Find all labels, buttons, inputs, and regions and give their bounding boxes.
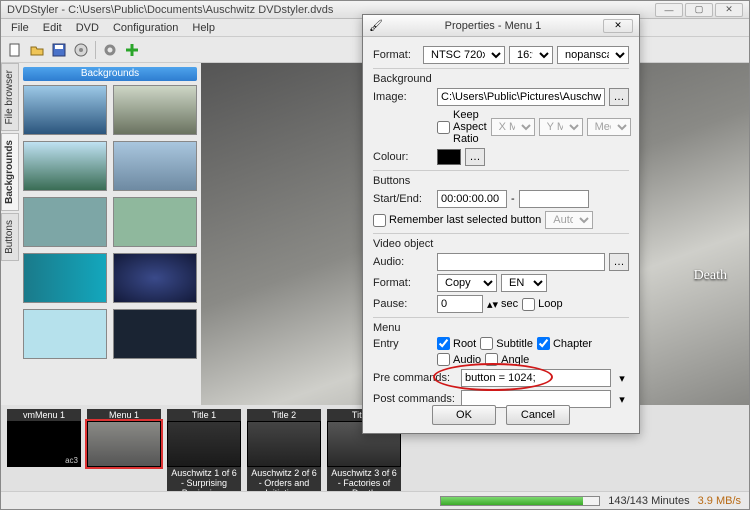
vformat-select[interactable]: Copy [437,274,497,292]
bg-thumb[interactable] [113,197,197,247]
clip-vmmenu[interactable]: vmMenu 1 ac3 [7,409,81,467]
menu-section-label: Menu [373,317,629,334]
remember-mode-select: Auto [545,211,593,229]
audio-entry-checkbox[interactable]: Audio [437,353,481,366]
menu-file[interactable]: File [5,20,35,35]
dialog-body: Format: NTSC 720x480 16:9 nopanscan Back… [363,37,639,417]
postcmd-dropdown[interactable]: ▾ [615,393,629,406]
entry-label: Entry [373,338,433,350]
audio-label: Audio: [373,256,433,268]
bg-thumb[interactable] [23,141,107,191]
minimize-button[interactable]: — [655,3,683,17]
window-buttons: — ▢ ✕ [655,3,743,17]
format-label: Format: [373,49,419,61]
remember-checkbox[interactable]: Remember last selected button [373,214,541,227]
startend-separator: - [511,193,515,205]
video-section-label: Video object [373,233,629,250]
angle-checkbox[interactable]: Angle [485,353,529,366]
tab-backgrounds[interactable]: Backgrounds [1,133,19,211]
chapter-checkbox[interactable]: Chapter [537,337,592,350]
menu-configuration[interactable]: Configuration [107,20,184,35]
lang-select[interactable]: EN [501,274,547,292]
dialog-titlebar[interactable]: 🖌 Properties - Menu 1 ✕ [363,15,639,37]
image-label: Image: [373,91,433,103]
colour-swatch[interactable] [437,149,461,165]
preview-caption-right: Death [694,268,727,284]
dialog-buttons: OK Cancel [363,405,639,425]
disc-usage-bar [440,496,600,506]
bg-thumb[interactable] [113,85,197,135]
image-path-input[interactable] [437,88,605,106]
end-input[interactable] [519,190,589,208]
menu-help[interactable]: Help [186,20,221,35]
browse-image-button[interactable]: … [609,88,629,106]
ok-button[interactable]: OK [432,405,496,425]
clip-title1[interactable]: Title 1 Auschwitz 1 of 6 - Surprising Be… [167,409,241,491]
pause-unit: sec [501,298,518,310]
settings-icon[interactable] [100,40,120,60]
browse-audio-button[interactable]: … [609,253,629,271]
bg-thumb[interactable] [23,85,107,135]
window-title: DVDStyler - C:\Users\Public\Documents\Au… [7,4,333,16]
format-aspect-select[interactable]: 16:9 [509,46,553,64]
clip-menu1[interactable]: Menu 1 [87,409,161,467]
precmd-label: Pre commands: [373,372,457,384]
pause-spinner[interactable]: ▴▾ [487,298,497,311]
bg-thumb[interactable] [23,309,107,359]
subtitle-checkbox[interactable]: Subtitle [480,337,533,350]
audio-path-input[interactable] [437,253,605,271]
dialog-title: Properties - Menu 1 [445,20,542,32]
new-icon[interactable] [5,40,25,60]
tab-file-browser[interactable]: File browser [1,63,19,131]
postcmd-label: Post commands: [373,393,457,405]
burn-icon[interactable] [71,40,91,60]
minutes-label: 143/143 Minutes [608,495,689,507]
properties-dialog: 🖌 Properties - Menu 1 ✕ Format: NTSC 720… [362,14,640,434]
clip-title2[interactable]: Title 2 Auschwitz 2 of 6 - Orders and In… [247,409,321,491]
format-standard-select[interactable]: NTSC 720x480 [423,46,505,64]
toolbar-separator [95,41,96,59]
dialog-close-button[interactable]: ✕ [603,19,633,33]
background-thumbs [23,85,197,359]
bg-thumb[interactable] [23,197,107,247]
precmd-input[interactable] [461,369,611,387]
pause-label: Pause: [373,298,433,310]
open-icon[interactable] [27,40,47,60]
bg-thumb[interactable] [23,253,107,303]
startend-label: Start/End: [373,193,433,205]
colour-label: Colour: [373,151,433,163]
vformat-label: Format: [373,277,433,289]
loop-checkbox[interactable]: Loop [522,298,562,311]
pause-input[interactable] [437,295,483,313]
menu-dvd[interactable]: DVD [70,20,105,35]
bg-thumb[interactable] [113,141,197,191]
rate-label: 3.9 MB/s [698,495,741,507]
bg-thumb[interactable] [113,309,197,359]
start-input[interactable] [437,190,507,208]
close-button[interactable]: ✕ [715,3,743,17]
ymid-select: Y Mid [539,118,583,136]
precmd-dropdown[interactable]: ▾ [615,372,629,385]
statusbar: 143/143 Minutes 3.9 MB/s [1,491,749,509]
keep-aspect-checkbox[interactable]: Keep Aspect Ratio [437,109,487,145]
menu-edit[interactable]: Edit [37,20,68,35]
add-icon[interactable] [122,40,142,60]
buttons-section-label: Buttons [373,170,629,187]
save-icon[interactable] [49,40,69,60]
maximize-button[interactable]: ▢ [685,3,713,17]
colour-picker-button[interactable]: … [465,148,485,166]
cancel-button[interactable]: Cancel [506,405,570,425]
bg-thumb[interactable] [113,253,197,303]
root-checkbox[interactable]: Root [437,337,476,350]
tab-buttons[interactable]: Buttons [1,213,19,261]
format-mode-select[interactable]: nopanscan [557,46,629,64]
background-section-label: Background [373,68,629,85]
meet-select: Meet [587,118,631,136]
category-strip[interactable]: Backgrounds [23,67,197,81]
paint-icon: 🖌 [369,19,383,32]
xmid-select: X Mid [491,118,535,136]
